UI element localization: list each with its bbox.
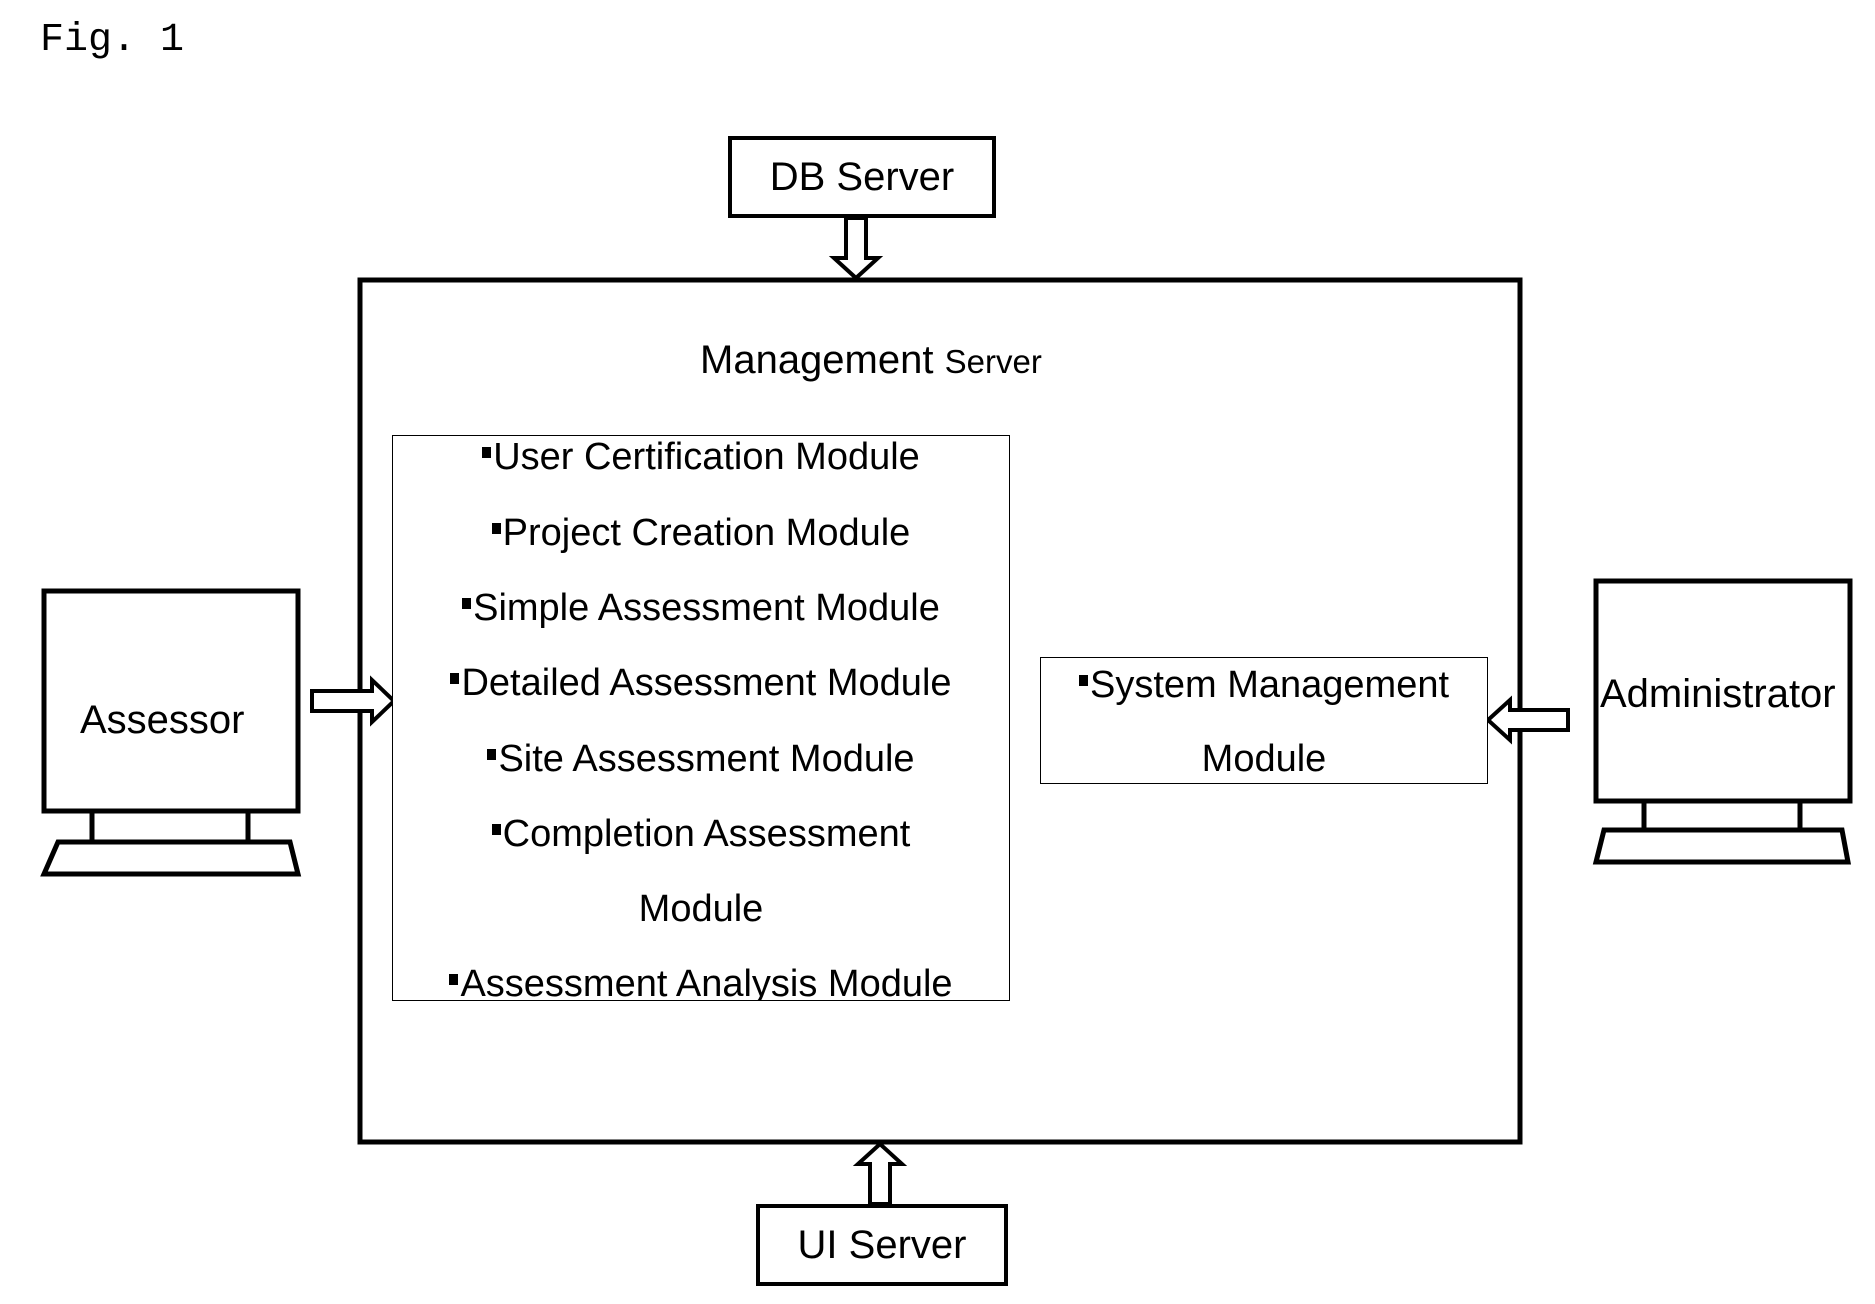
system-module-line1: System Management: [1041, 664, 1487, 707]
administrator-arrow: [1485, 695, 1570, 745]
management-server-title: Management Server: [700, 338, 1042, 383]
module-item: Site Assessment Module: [393, 738, 1009, 781]
ui-arrow: [852, 1141, 908, 1206]
module-item: Simple Assessment Module: [393, 587, 1009, 630]
bullet-icon: [450, 673, 460, 685]
bullet-icon: [491, 824, 501, 836]
modules-box: User Certification Module Project Creati…: [392, 435, 1010, 1001]
module-item: User Certification Module: [393, 436, 1009, 479]
bullet-icon: [487, 749, 497, 761]
module-item: Completion Assessment: [393, 813, 1009, 856]
assessor-label: Assessor: [80, 698, 245, 742]
system-management-box: System Management Module: [1040, 657, 1488, 784]
management-title-main: Management: [700, 338, 934, 382]
db-server-box: DB Server: [728, 136, 996, 218]
db-arrow: [828, 216, 884, 281]
module-item: Project Creation Module: [393, 512, 1009, 555]
module-item: Detailed Assessment Module: [393, 662, 1009, 705]
bullet-icon: [462, 598, 472, 610]
system-module-line2: Module: [1201, 738, 1327, 780]
bullet-icon: [1078, 675, 1088, 687]
ui-server-label: UI Server: [797, 1222, 967, 1267]
management-title-suffix: Server: [944, 343, 1042, 380]
ui-server-box: UI Server: [756, 1204, 1008, 1286]
module-item-continued: Module: [638, 888, 764, 930]
administrator-computer-icon: [1592, 578, 1853, 865]
module-item: Assessment Analysis Module: [393, 963, 1009, 1000]
administrator-label: Administrator: [1600, 672, 1836, 716]
bullet-icon: [491, 523, 501, 535]
assessor-arrow: [310, 675, 397, 727]
bullet-icon: [482, 447, 492, 459]
bullet-icon: [449, 974, 459, 986]
db-server-label: DB Server: [769, 154, 955, 199]
